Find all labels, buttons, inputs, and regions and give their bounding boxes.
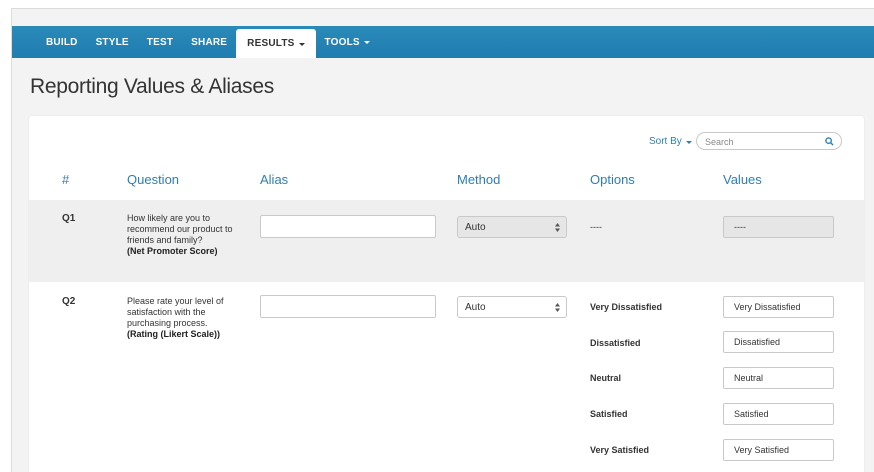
main-nav: BUILD STYLE TEST SHARE RESULTS TOOLS xyxy=(37,26,379,58)
question-type: (Net Promoter Score) xyxy=(127,246,218,256)
question-label: Please rate your level of satisfaction w… xyxy=(127,296,224,328)
table-row: Q1 How likely are you to recommend our p… xyxy=(29,200,864,282)
select-updown-icon xyxy=(555,223,560,232)
value-input[interactable]: ---- xyxy=(723,216,834,238)
method-select[interactable]: Auto xyxy=(457,216,567,238)
chevron-down-icon xyxy=(363,41,370,44)
question-text: How likely are you to recommend our prod… xyxy=(127,213,247,257)
alias-input[interactable] xyxy=(260,215,436,238)
nav-results[interactable]: RESULTS xyxy=(236,29,316,58)
header-values: Values xyxy=(723,172,762,187)
header-method: Method xyxy=(457,172,501,187)
question-number: Q2 xyxy=(62,296,76,307)
chevron-down-icon xyxy=(298,42,305,46)
option-label: Dissatisfied xyxy=(590,338,641,348)
method-value: Auto xyxy=(465,221,486,233)
alias-input[interactable] xyxy=(260,295,436,318)
header-number: # xyxy=(62,172,70,187)
option-label: Satisfied xyxy=(590,409,628,419)
sort-by-dropdown[interactable]: Sort By xyxy=(649,136,692,147)
reporting-values-card: Sort By # Question Alias Method Options … xyxy=(29,116,864,472)
option-label: Very Dissatisfied xyxy=(590,302,663,312)
header-question: Question xyxy=(127,172,180,187)
page-title: Reporting Values & Aliases xyxy=(30,75,274,98)
nav-tools[interactable]: TOOLS xyxy=(316,26,379,58)
value-input[interactable]: Dissatisfied xyxy=(723,331,834,353)
question-label: How likely are you to recommend our prod… xyxy=(127,213,233,245)
value-input[interactable]: Neutral xyxy=(723,367,834,389)
nav-label: TEST xyxy=(146,36,174,48)
nav-label: RESULTS xyxy=(247,38,295,49)
top-nav-bar: BUILD STYLE TEST SHARE RESULTS TOOLS xyxy=(12,26,874,58)
nav-test[interactable]: TEST xyxy=(138,26,182,58)
method-select[interactable]: Auto xyxy=(457,296,567,318)
chevron-down-icon xyxy=(685,140,692,144)
question-type: (Rating (Likert Scale)) xyxy=(127,329,221,339)
value-input[interactable]: Very Satisfied xyxy=(723,439,834,461)
search-input[interactable] xyxy=(705,135,820,148)
header-alias: Alias xyxy=(260,172,289,187)
sort-by-label: Sort By xyxy=(649,136,682,147)
header-options: Options xyxy=(590,172,635,187)
nav-style[interactable]: STYLE xyxy=(87,26,138,58)
value-input[interactable]: Satisfied xyxy=(723,403,834,425)
nav-label: BUILD xyxy=(46,36,78,48)
app-window: BUILD STYLE TEST SHARE RESULTS TOOLS Rep… xyxy=(11,8,874,472)
nav-label: SHARE xyxy=(191,36,228,48)
question-number: Q1 xyxy=(62,213,76,224)
search-icon[interactable] xyxy=(825,137,834,146)
select-updown-icon xyxy=(555,303,560,312)
option-label: ---- xyxy=(590,222,602,232)
nav-share[interactable]: SHARE xyxy=(182,26,236,58)
nav-label: TOOLS xyxy=(324,36,360,48)
option-label: Very Satisfied xyxy=(590,445,650,455)
method-value: Auto xyxy=(465,301,486,313)
question-text: Please rate your level of satisfaction w… xyxy=(127,296,247,340)
search-box[interactable] xyxy=(696,132,842,150)
option-label: Neutral xyxy=(590,373,622,383)
nav-build[interactable]: BUILD xyxy=(37,26,87,58)
value-input[interactable]: Very Dissatisfied xyxy=(723,296,834,318)
nav-label: STYLE xyxy=(95,36,129,48)
